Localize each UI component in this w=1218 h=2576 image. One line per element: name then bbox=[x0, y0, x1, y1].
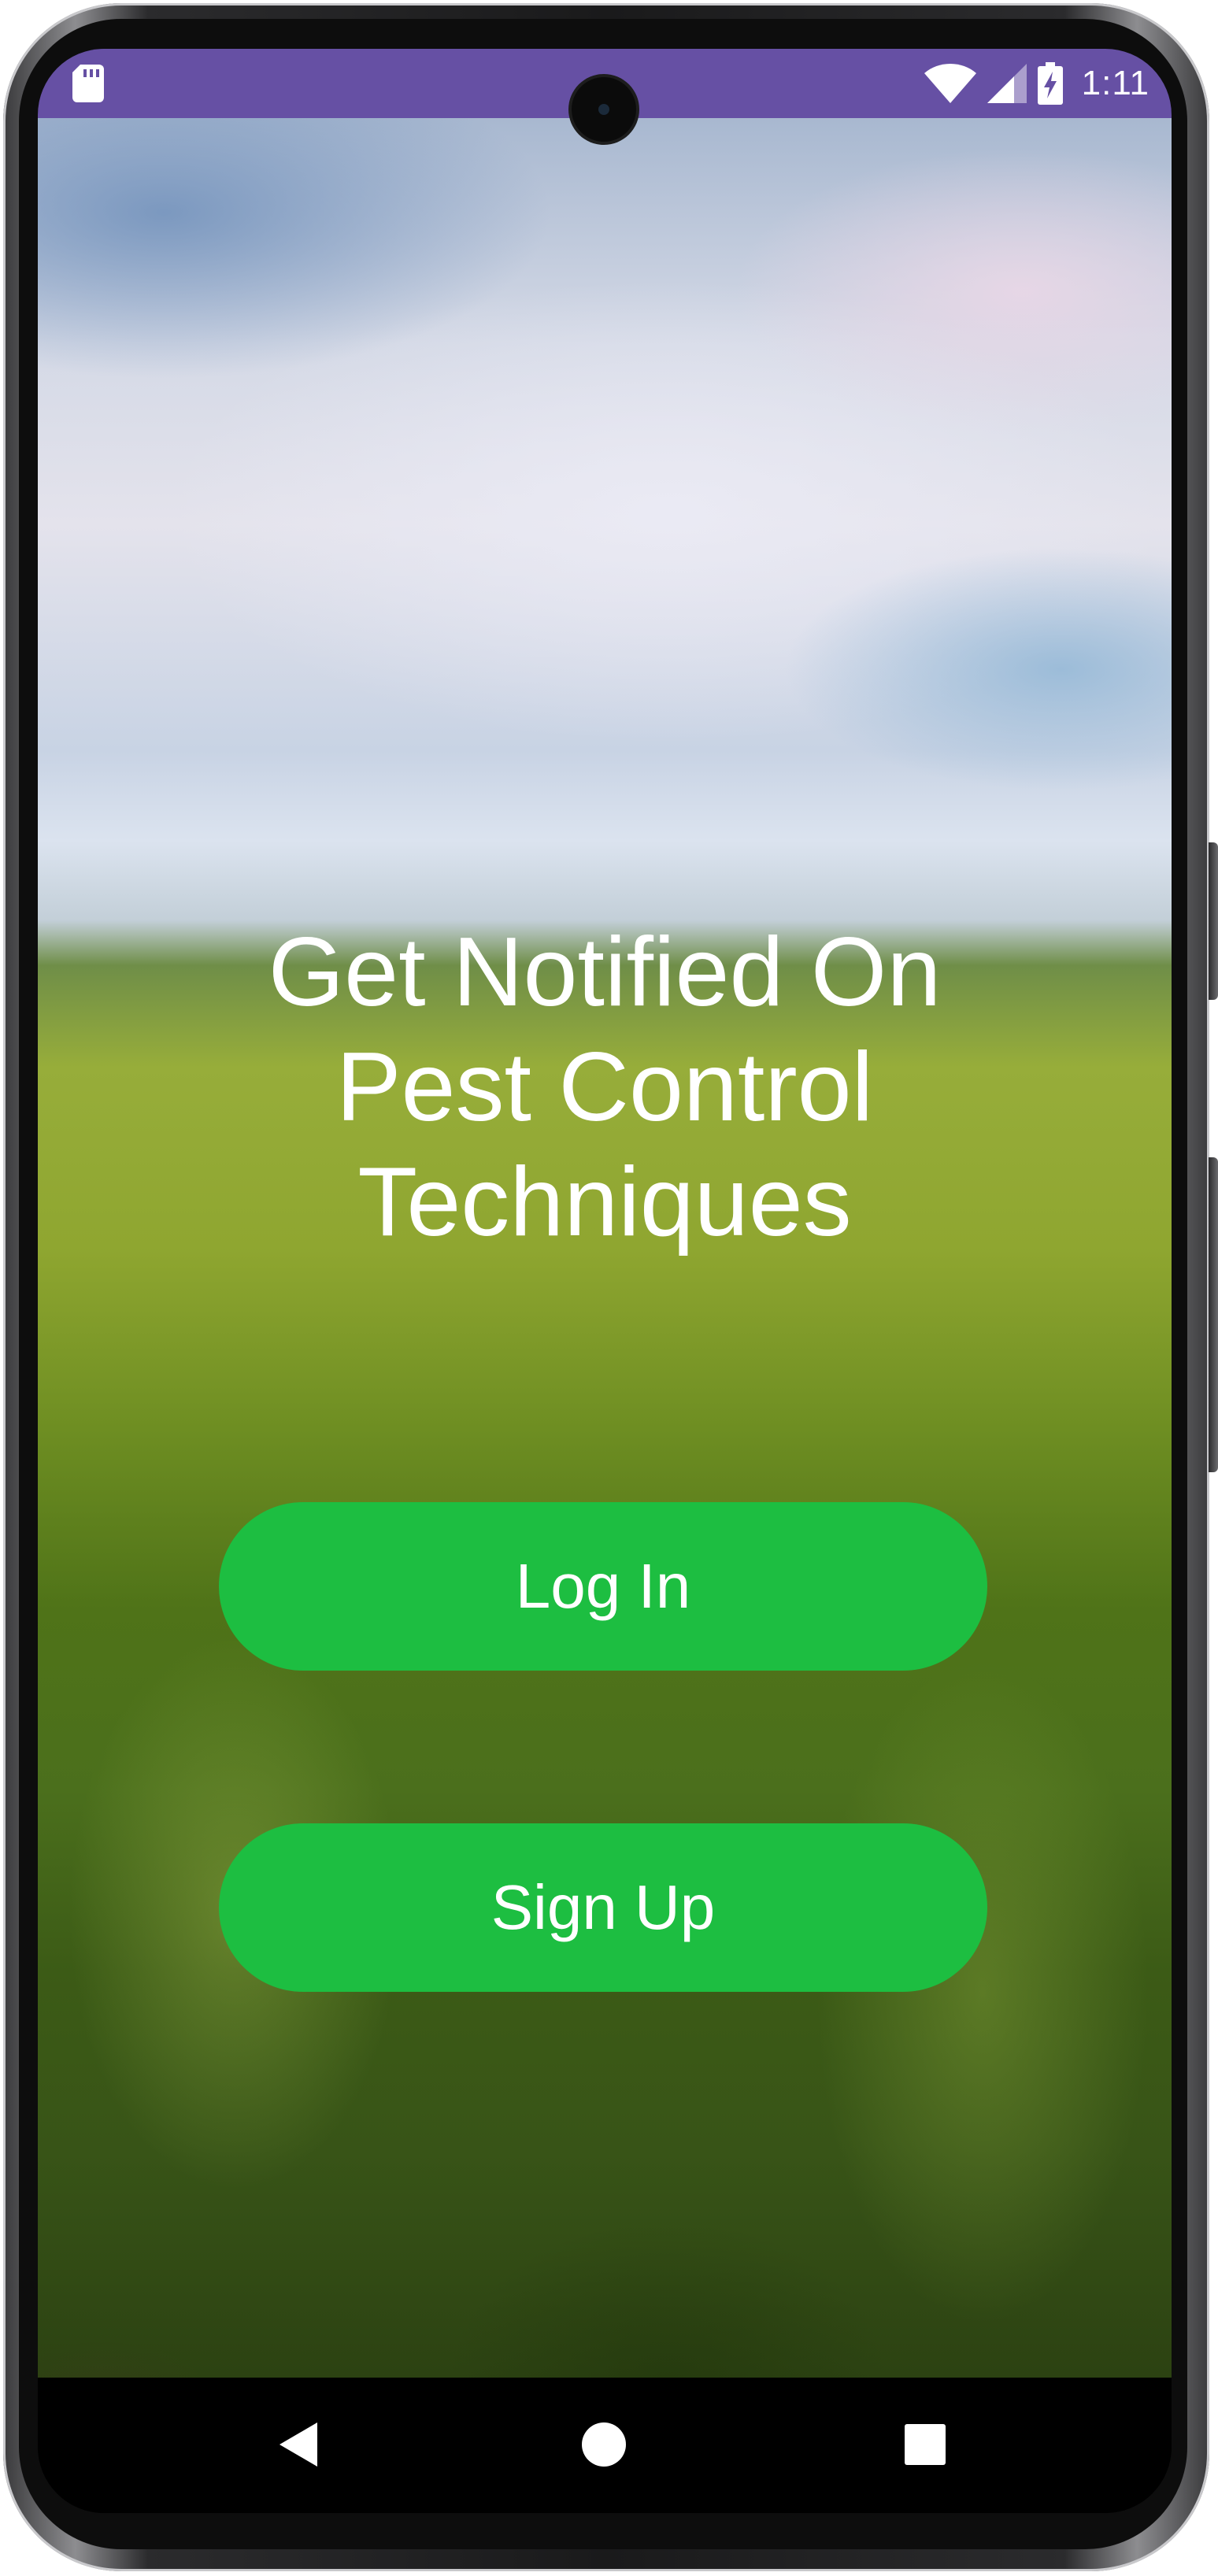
phone-device: 1:11 Get Notified On Pest Control Techni… bbox=[0, 0, 1218, 2576]
navigation-bar bbox=[38, 2378, 1172, 2513]
screen: 1:11 Get Notified On Pest Control Techni… bbox=[38, 49, 1172, 2513]
sd-card-icon bbox=[72, 65, 104, 102]
power-button bbox=[1209, 1157, 1218, 1472]
cell-signal-icon bbox=[987, 64, 1027, 103]
headline-line-1: Get Notified On bbox=[268, 918, 942, 1027]
recents-button[interactable] bbox=[890, 2409, 961, 2480]
headline-line-2: Pest Control bbox=[335, 1033, 874, 1142]
volume-button bbox=[1209, 842, 1218, 1000]
home-button[interactable] bbox=[568, 2409, 639, 2480]
wifi-icon bbox=[924, 64, 976, 103]
recents-icon bbox=[905, 2424, 946, 2465]
headline-line-3: Techniques bbox=[357, 1148, 852, 1257]
home-icon bbox=[582, 2422, 626, 2467]
back-button[interactable] bbox=[263, 2409, 334, 2480]
signup-button[interactable]: Sign Up bbox=[219, 1823, 987, 1992]
status-icons: 1:11 bbox=[924, 58, 1150, 109]
login-button[interactable]: Log In bbox=[219, 1502, 987, 1671]
headline: Get Notified On Pest Control Techniques bbox=[38, 915, 1172, 1260]
battery-charging-icon bbox=[1037, 62, 1063, 105]
front-camera bbox=[572, 77, 636, 142]
status-time: 1:11 bbox=[1081, 64, 1150, 102]
back-icon bbox=[280, 2422, 317, 2467]
